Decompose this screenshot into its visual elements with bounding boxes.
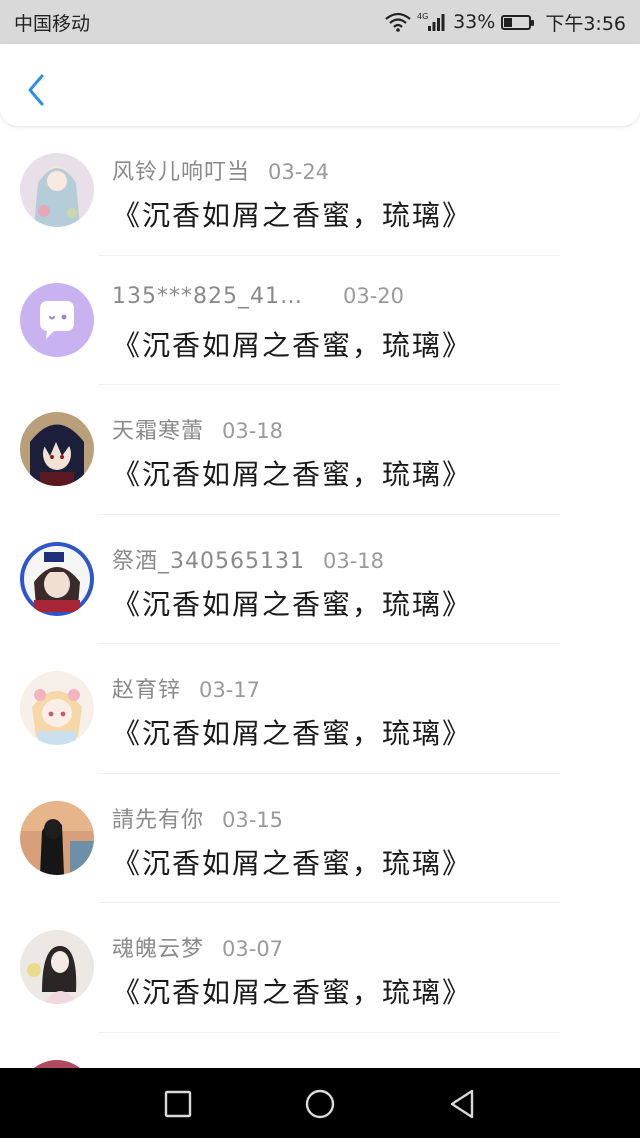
carrier-label: 中国移动 — [14, 12, 91, 35]
top-navigation-bar — [0, 44, 640, 126]
comment-date: 03-15 — [222, 807, 284, 832]
commenter-name[interactable]: 請先有你 — [112, 802, 204, 834]
comment-text: 《沉香如屑之香蜜，琉璃》 — [112, 587, 473, 621]
comment-text: 《沉香如屑之香蜜，琉璃》 — [112, 976, 473, 1009]
commenter-name[interactable]: 赵育锌 — [112, 672, 181, 704]
comment-list[interactable]: 风铃儿响叮当 03-24 《沉香如屑之香蜜，琉璃》 135***825_41… … — [0, 126, 640, 1068]
list-item[interactable]: 135***825_41… 03-20 《沉香如屑之香蜜，琉璃》 — [0, 256, 640, 385]
avatar[interactable] — [20, 541, 94, 616]
list-item[interactable]: 魂魄云梦 03-07 《沉香如屑之香蜜，琉璃》 — [0, 903, 640, 1033]
triangle-back-icon — [450, 1089, 474, 1119]
list-item[interactable]: 天霜寒蕾 03-18 《沉香如屑之香蜜，琉璃》 — [0, 385, 640, 515]
circle-icon — [305, 1089, 335, 1119]
square-icon — [164, 1090, 192, 1118]
avatar[interactable] — [20, 800, 94, 875]
list-item[interactable]: 祭酒_340565131 03-18 《沉香如屑之香蜜，琉璃》 — [0, 515, 640, 644]
comment-text: 《沉香如屑之香蜜，琉璃》 — [112, 328, 473, 362]
avatar[interactable] — [20, 412, 94, 486]
list-item[interactable]: 风铃儿响叮当 03-24 《沉香如屑之香蜜，琉璃》 — [0, 126, 640, 256]
commenter-name[interactable]: 135***825_41… — [112, 284, 303, 309]
comment-text: 《沉香如屑之香蜜，琉璃》 — [112, 717, 473, 750]
comment-date: 03-18 — [222, 419, 284, 443]
commenter-name[interactable]: 魂魄云梦 — [112, 931, 204, 963]
commenter-name[interactable]: 祭酒_340565131 — [112, 543, 305, 575]
wifi-icon — [385, 12, 411, 32]
commenter-name[interactable]: 风铃儿响叮当 — [112, 154, 250, 186]
list-item[interactable]: 請先有你 03-15 《沉香如屑之香蜜，琉璃》 — [0, 774, 640, 903]
avatar[interactable] — [20, 930, 94, 1004]
recent-apps-button[interactable] — [160, 1086, 196, 1122]
commenter-name[interactable]: 天霜寒蕾 — [112, 413, 204, 445]
signal-icon: 4G — [417, 11, 447, 33]
avatar[interactable] — [20, 282, 94, 357]
comment-date: 03-20 — [342, 283, 405, 308]
comment-text: 《沉香如屑之香蜜，琉璃》 — [112, 846, 473, 880]
avatar[interactable] — [20, 1059, 94, 1068]
system-navigation-bar — [0, 1068, 640, 1138]
list-item[interactable] — [0, 1033, 640, 1068]
svg-text:4G: 4G — [417, 12, 428, 21]
comment-text: 《沉香如屑之香蜜，琉璃》 — [112, 199, 473, 232]
status-bar: 中国移动 4G 33% 下午3:56 — [0, 0, 640, 44]
avatar[interactable] — [20, 153, 94, 227]
comment-text: 《沉香如屑之香蜜，琉璃》 — [112, 458, 473, 491]
back-button[interactable] — [20, 70, 52, 110]
avatar[interactable] — [20, 671, 94, 745]
chevron-left-icon — [28, 74, 44, 106]
comment-date: 03-07 — [222, 937, 284, 961]
battery-icon — [501, 14, 535, 30]
comment-date: 03-24 — [268, 160, 330, 184]
system-back-button[interactable] — [444, 1086, 480, 1122]
comment-date: 03-17 — [199, 678, 261, 702]
comment-date: 03-18 — [322, 548, 385, 573]
home-button[interactable] — [302, 1086, 338, 1122]
clock: 下午3:56 — [545, 12, 626, 35]
list-item[interactable]: 赵育锌 03-17 《沉香如屑之香蜜，琉璃》 — [0, 644, 640, 774]
battery-percent: 33% — [453, 11, 496, 33]
